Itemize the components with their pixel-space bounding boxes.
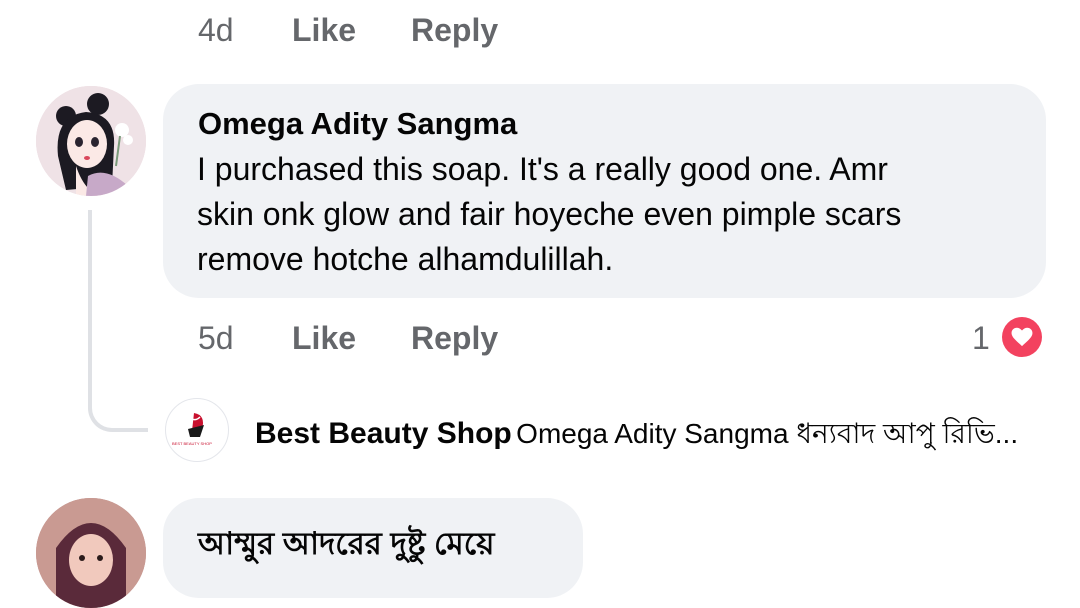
comment-body-line: remove hotche alhamdulillah.	[197, 241, 614, 277]
reply-button[interactable]: Reply	[411, 320, 498, 357]
reaction-count[interactable]: 1	[972, 320, 990, 357]
reply-author[interactable]: Best Beauty Shop	[255, 417, 512, 450]
reply-preview[interactable]: Best Beauty Shop Omega Adity Sangma ধন্য…	[255, 412, 1018, 459]
commenter-avatar[interactable]	[36, 86, 146, 196]
reaction-badge[interactable]	[999, 314, 1045, 360]
like-button[interactable]: Like	[292, 12, 356, 49]
commenter-avatar[interactable]	[36, 498, 146, 608]
like-button[interactable]: Like	[292, 320, 356, 357]
comment-body-line: I purchased this soap. It's a really goo…	[197, 151, 888, 187]
comment-body-line: skin onk glow and fair hoyeche even pimp…	[197, 196, 902, 232]
comment-author[interactable]: Omega Adity Sangma	[198, 106, 517, 142]
comment-timestamp: 4d	[198, 12, 234, 48]
comment-bubble: Omega Adity Sangma I purchased this soap…	[163, 84, 1046, 298]
anime-girl-avatar-icon	[36, 86, 146, 196]
comment-author[interactable]: আম্মুর আদরের দুষ্টু মেয়ে	[198, 520, 494, 572]
reply-snippet[interactable]: Omega Adity Sangma ধন্যবাদ আপু রিভি...	[516, 418, 1018, 449]
reply-button[interactable]: Reply	[411, 12, 498, 49]
heart-icon	[1002, 317, 1042, 357]
comment-body: I purchased this soap. It's a really goo…	[197, 147, 1037, 282]
comment-bubble: আম্মুর আদরের দুষ্টু মেয়ে	[163, 498, 583, 598]
comment-timestamp: 5d	[198, 320, 234, 356]
profile-photo-icon	[36, 498, 146, 608]
reply-thread-connector	[88, 210, 148, 432]
lipstick-logo-icon	[188, 413, 204, 437]
shop-logo-avatar[interactable]: BEST BEAUTY SHOP	[165, 398, 229, 462]
shop-logo-text: BEST BEAUTY SHOP	[172, 441, 212, 446]
